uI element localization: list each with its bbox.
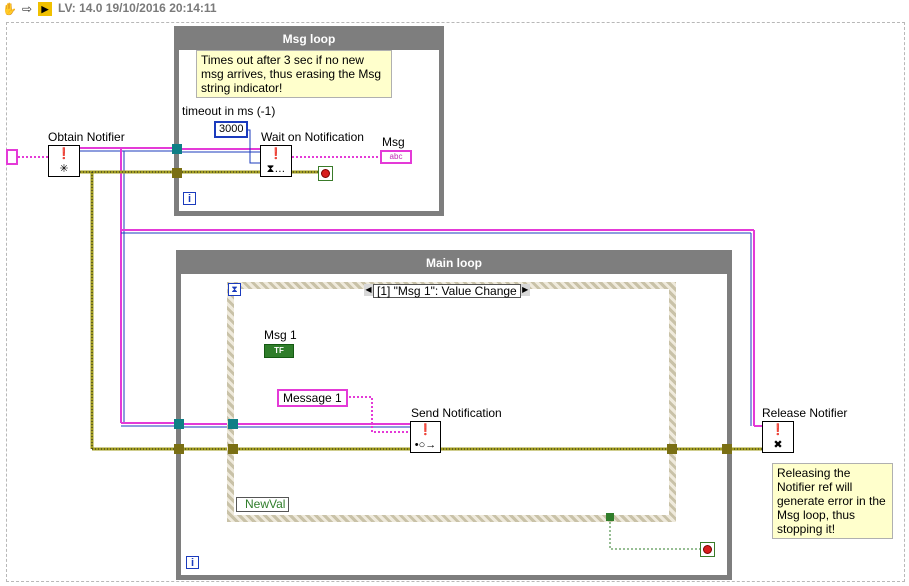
send-notification-node[interactable]: ❗ •○→ bbox=[410, 421, 441, 453]
msg-loop-refnum-tunnel bbox=[172, 144, 182, 154]
msg-loop-title: Msg loop bbox=[179, 31, 439, 50]
timeout-constant[interactable]: 3000 bbox=[214, 121, 249, 138]
wait-icon: ❗ ⧗… bbox=[266, 148, 286, 175]
notifier-name-control[interactable] bbox=[6, 149, 18, 165]
main-loop-stop-terminal[interactable] bbox=[700, 542, 715, 557]
notifier-icon: ❗ ✳ bbox=[57, 148, 71, 175]
msg-string-indicator[interactable]: abc bbox=[380, 150, 412, 164]
main-loop-error-tunnel-right bbox=[722, 444, 732, 454]
msg-loop-iteration-terminal: i bbox=[183, 192, 196, 205]
event-refnum-tunnel bbox=[228, 419, 238, 429]
obtain-notifier-node[interactable]: ❗ ✳ bbox=[48, 145, 80, 177]
release-icon: ❗ ✖ bbox=[771, 424, 785, 451]
wait-on-notification-label: Wait on Notification bbox=[261, 130, 364, 144]
send-notification-label: Send Notification bbox=[411, 406, 502, 420]
event-error-tunnel-right bbox=[667, 444, 677, 454]
event-error-tunnel-left bbox=[228, 444, 238, 454]
event-bool-tunnel bbox=[606, 513, 614, 521]
msg1-label: Msg 1 bbox=[264, 328, 297, 342]
main-loop-title: Main loop bbox=[181, 255, 727, 274]
case-next-icon[interactable]: ▶ bbox=[520, 284, 530, 296]
msg-loop-stop-terminal[interactable] bbox=[318, 166, 333, 181]
msg-loop-note: Times out after 3 sec if no new msg arri… bbox=[196, 50, 392, 98]
main-loop-iteration-terminal: i bbox=[186, 556, 199, 569]
timeout-label: timeout in ms (-1) bbox=[182, 104, 276, 118]
release-note: Releasing the Notifier ref will generate… bbox=[772, 463, 893, 539]
newval-data-node: NewVal bbox=[236, 497, 290, 512]
event-timeout-icon: ⧗ bbox=[228, 283, 241, 296]
message-string-constant[interactable]: Message 1 bbox=[277, 389, 348, 407]
case-selector-label: [1] "Msg 1": Value Change bbox=[373, 284, 521, 298]
wait-on-notification-node[interactable]: ❗ ⧗… bbox=[260, 145, 292, 177]
main-loop-error-tunnel-left bbox=[174, 444, 184, 454]
release-notifier-label: Release Notifier bbox=[762, 406, 848, 420]
msg1-boolean-terminal[interactable]: TF bbox=[264, 344, 294, 358]
release-notifier-node[interactable]: ❗ ✖ bbox=[762, 421, 794, 453]
send-icon: ❗ •○→ bbox=[414, 424, 437, 451]
case-prev-icon[interactable]: ◀ bbox=[364, 284, 373, 296]
event-case-selector[interactable]: ◀ [1] "Msg 1": Value Change ▶ bbox=[364, 284, 530, 298]
msg-label: Msg bbox=[382, 135, 405, 149]
obtain-notifier-label: Obtain Notifier bbox=[48, 130, 125, 144]
main-loop-refnum-tunnel bbox=[174, 419, 184, 429]
msg-loop-error-tunnel bbox=[172, 168, 182, 178]
